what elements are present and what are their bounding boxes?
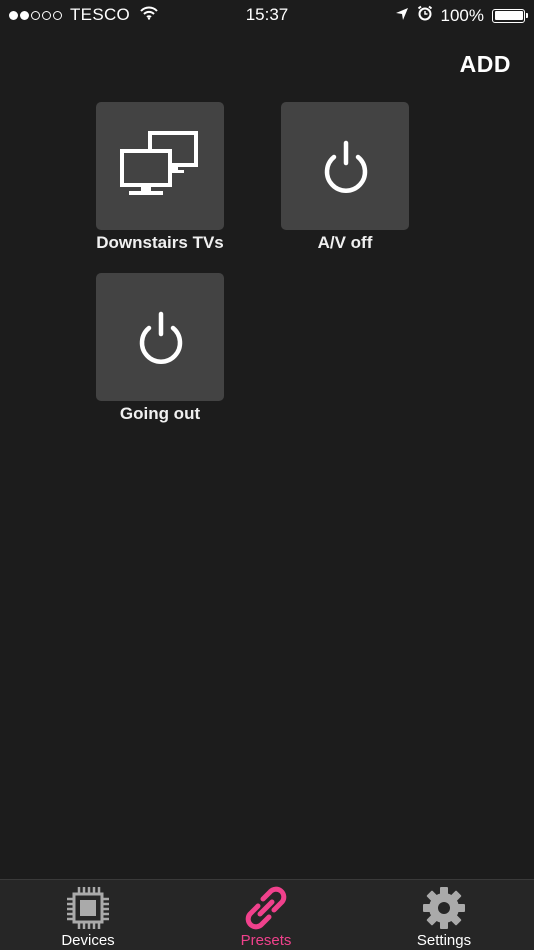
tab-presets[interactable]: Presets (196, 880, 336, 950)
tab-devices[interactable]: Devices (18, 880, 158, 950)
preset-going-out[interactable]: Going out (80, 273, 240, 424)
add-button[interactable]: ADD (460, 51, 511, 78)
preset-tile[interactable] (96, 273, 224, 401)
link-icon (243, 885, 289, 931)
tab-label: Presets (240, 932, 292, 949)
preset-tile[interactable] (96, 102, 224, 230)
status-right: 100% (395, 5, 528, 26)
alarm-clock-icon (417, 5, 433, 26)
preset-downstairs-tvs[interactable]: Downstairs TVs (80, 102, 240, 253)
location-arrow-icon (395, 6, 409, 26)
preset-label: Downstairs TVs (96, 233, 224, 252)
preset-label: Going out (119, 404, 201, 423)
preset-label: A/V off (317, 233, 373, 252)
presets-screen: TESCO 15:37 100% ADD Downstairs TVs A/V … (0, 0, 534, 950)
tab-label: Settings (416, 932, 472, 949)
battery-percent: 100% (440, 5, 484, 25)
tab-bar: Devices Presets Settings (0, 879, 534, 950)
preset-av-off[interactable]: A/V off (265, 102, 425, 253)
power-icon (306, 129, 384, 204)
monitors-icon (120, 130, 200, 202)
power-icon (121, 300, 199, 375)
battery-fill (494, 11, 523, 20)
battery-icon (492, 8, 528, 23)
status-bar: TESCO 15:37 100% (0, 0, 534, 30)
tab-label: Devices (61, 932, 115, 949)
gear-icon (421, 885, 467, 931)
chip-icon (66, 885, 110, 931)
preset-tile[interactable] (281, 102, 409, 230)
tab-settings[interactable]: Settings (374, 880, 514, 950)
